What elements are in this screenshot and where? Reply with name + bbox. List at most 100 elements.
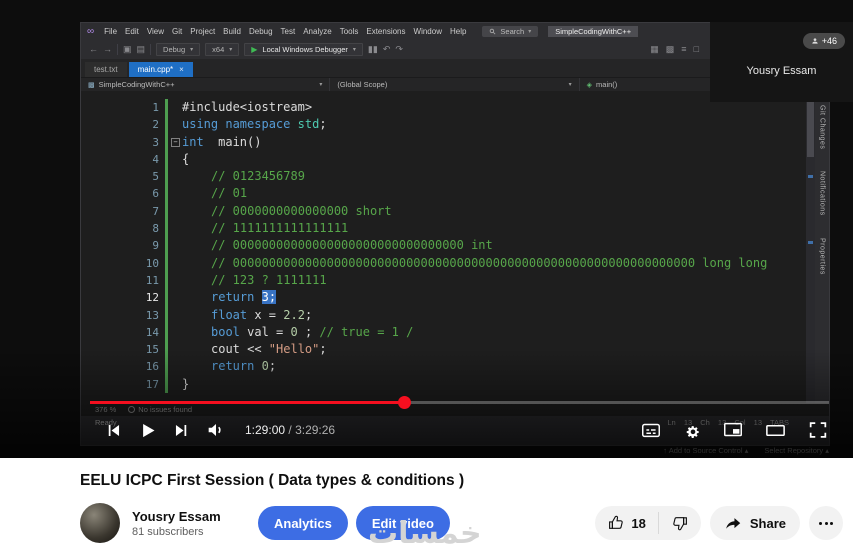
code-line[interactable]: 3 − int main(): [81, 133, 805, 151]
theater-mode-button[interactable]: [764, 419, 787, 442]
line-number: 10: [145, 256, 159, 270]
change-indicator: [165, 375, 168, 394]
code-line[interactable]: 5 // 0123456789: [81, 168, 805, 186]
side-tab-notifications[interactable]: Notifications: [819, 171, 826, 216]
progress-scrubber[interactable]: [397, 396, 411, 409]
feedback-icon[interactable]: □: [694, 44, 699, 55]
fullscreen-button[interactable]: [807, 419, 829, 441]
side-tab-git-changes[interactable]: Git Changes: [819, 105, 826, 149]
channel-avatar[interactable]: [80, 503, 120, 543]
code-line[interactable]: 10 // 00000000000000000000000000000000000…: [81, 254, 805, 272]
video-player[interactable]: ∞ File Edit View Git Project Build Debug Test An…: [0, 0, 853, 458]
play-button[interactable]: [137, 420, 158, 441]
menu-view[interactable]: View: [143, 27, 168, 36]
editor-scrollbar[interactable]: [806, 91, 815, 403]
redo-icon[interactable]: ↷: [395, 44, 403, 55]
code-line[interactable]: 15 cout << "Hello";: [81, 341, 805, 359]
line-number: 12: [145, 291, 159, 305]
analytics-button[interactable]: Analytics: [258, 506, 348, 540]
solution-config-dropdown[interactable]: Debug ▾: [156, 42, 201, 56]
code-line[interactable]: 16 return 0;: [81, 358, 805, 376]
method-icon: ◈: [586, 81, 593, 89]
save-icon[interactable]: ▤: [137, 44, 146, 55]
action-buttons: 18 Share: [595, 506, 843, 540]
dislike-button[interactable]: [659, 506, 701, 540]
menu-extensions[interactable]: Extensions: [362, 27, 409, 36]
toolbar-right-icons: ▦ ▩ ≡ □: [650, 44, 699, 55]
code-line[interactable]: 4{: [81, 150, 805, 169]
tab-test-txt[interactable]: test.txt: [85, 62, 127, 77]
thumb-up-icon: [609, 515, 624, 529]
menu-edit[interactable]: Edit: [121, 27, 143, 36]
code-token: cout <<: [211, 342, 269, 357]
miniplayer-button[interactable]: [722, 419, 744, 441]
code-line[interactable]: 8 // 1111111111111111: [81, 220, 805, 238]
line-number: 14: [145, 325, 159, 339]
change-indicator: [165, 99, 168, 117]
more-actions-button[interactable]: [809, 506, 843, 540]
code-line[interactable]: 7 // 0000000000000000 short: [81, 202, 805, 221]
undo-icon[interactable]: ↶: [383, 44, 391, 55]
code-token: #include<iostream>: [182, 100, 313, 114]
code-line[interactable]: 6 // 01: [81, 185, 805, 203]
previous-button[interactable]: [104, 421, 123, 440]
code-text: // 00000000000000000000000000000000 int: [182, 237, 493, 254]
code-line[interactable]: 14 bool val = 0 ; // true = 1 /: [81, 323, 805, 342]
code-token: return: [211, 290, 255, 305]
vs-search-box[interactable]: Search ▾: [482, 25, 539, 37]
navigate-back-icon[interactable]: ←: [89, 44, 98, 54]
subtitles-button[interactable]: [640, 419, 662, 441]
code-line[interactable]: 13 float x = 2.2;: [81, 306, 805, 324]
menu-help[interactable]: Help: [446, 27, 470, 36]
code-line[interactable]: 12 return 3;: [81, 289, 805, 307]
tab-main-cpp[interactable]: main.cpp* ×: [128, 62, 193, 77]
code-editor[interactable]: 1 #include<iostream> 2 using namespace std;…: [81, 91, 829, 403]
breadcrumb-scope-dropdown[interactable]: (Global Scope) ▾: [330, 78, 580, 91]
code-line[interactable]: 17}: [81, 375, 805, 394]
vs-account-chip[interactable]: SimpleCodingWithC++: [548, 25, 639, 37]
find-icon[interactable]: ▦: [650, 44, 659, 55]
line-number: 4: [152, 152, 159, 166]
progress-bar[interactable]: [90, 396, 829, 409]
code-text: // 01: [182, 185, 247, 202]
navigate-forward-icon[interactable]: →: [103, 44, 112, 54]
close-icon[interactable]: ×: [179, 65, 184, 74]
menu-project[interactable]: Project: [186, 27, 219, 36]
pause-icon[interactable]: ▮▮: [368, 44, 378, 55]
fold-toggle[interactable]: −: [171, 137, 180, 147]
menu-test[interactable]: Test: [277, 27, 300, 36]
platform-dropdown[interactable]: x64 ▾: [205, 42, 240, 56]
presenter-name: Yousry Essam: [746, 65, 817, 77]
code-line[interactable]: 11 // 123 ? 1111111: [81, 271, 805, 290]
menu-git[interactable]: Git: [168, 27, 186, 36]
code-line[interactable]: 9 // 00000000000000000000000000000000 int: [81, 237, 805, 255]
side-tab-properties[interactable]: Properties: [819, 238, 826, 275]
like-button[interactable]: 18: [595, 506, 657, 540]
mute-button[interactable]: [205, 419, 227, 441]
start-debug-button[interactable]: ▶ Local Windows Debugger ▾: [244, 42, 363, 56]
code-line[interactable]: 2 using namespace std;: [81, 116, 805, 134]
code-token: // 0123456789: [211, 169, 305, 184]
share-button[interactable]: Share: [709, 506, 800, 540]
code-token: ;: [304, 307, 313, 322]
channel-name[interactable]: Yousry Essam: [132, 509, 250, 524]
next-button[interactable]: [172, 421, 191, 440]
new-file-icon[interactable]: ▣: [123, 44, 132, 55]
code-text: int main(): [182, 134, 261, 151]
menu-tools[interactable]: Tools: [336, 27, 363, 36]
scrollbar-thumb[interactable]: [807, 93, 814, 157]
menu-build[interactable]: Build: [219, 27, 245, 36]
menu-analyze[interactable]: Analyze: [299, 27, 335, 36]
code-token: return: [211, 359, 255, 374]
outline-icon[interactable]: ▩: [666, 44, 675, 55]
line-number: 6: [152, 187, 159, 201]
menu-file[interactable]: File: [100, 27, 121, 36]
breadcrumb-project-dropdown[interactable]: ▩ SimpleCodingWithC++ ▾: [81, 78, 331, 91]
list-icon[interactable]: ≡: [681, 44, 686, 55]
menu-debug[interactable]: Debug: [245, 27, 277, 36]
menu-window[interactable]: Window: [410, 27, 446, 36]
code-line[interactable]: 1 #include<iostream>: [81, 99, 805, 117]
settings-button[interactable]: [682, 420, 702, 440]
skip-previous-icon: [108, 424, 120, 436]
player-right-controls: [640, 419, 829, 442]
